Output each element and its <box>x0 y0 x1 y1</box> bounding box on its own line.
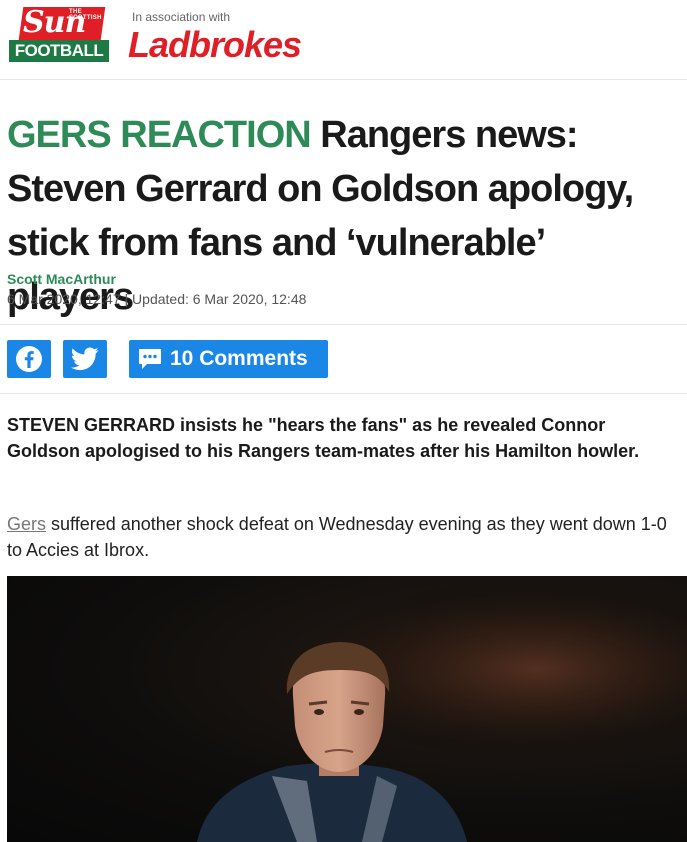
sun-football-logo[interactable]: THE SCOTTISH Sun FOOTBALL <box>9 5 109 63</box>
divider <box>0 393 687 394</box>
author-name[interactable]: Scott MacArthur <box>7 271 116 287</box>
comment-icon <box>139 349 161 369</box>
twitter-icon <box>71 347 99 371</box>
comments-button[interactable]: 10 Comments <box>129 340 328 378</box>
article-photo[interactable] <box>7 576 687 842</box>
headline-kicker: GERS REACTION <box>7 114 312 156</box>
sun-logo-text: Sun <box>23 5 86 40</box>
standfirst-name: STEVEN GERRARD <box>7 415 176 435</box>
article-standfirst: STEVEN GERRARD insists he "hears the fan… <box>7 412 677 464</box>
facebook-icon <box>16 346 42 372</box>
facebook-share-button[interactable] <box>7 340 51 378</box>
comments-count-label: 10 Comments <box>170 347 308 370</box>
association-label: In association with <box>132 10 231 24</box>
football-section-label: FOOTBALL <box>9 40 109 62</box>
twitter-share-button[interactable] <box>63 340 107 378</box>
article-paragraph: Gers suffered another shock defeat on We… <box>7 511 682 563</box>
ladbrokes-logo[interactable]: Ladbrokes <box>128 24 302 66</box>
publish-dates: 6 Mar 2020, 12:47 | Updated: 6 Mar 2020,… <box>7 291 307 307</box>
divider <box>0 324 687 325</box>
paragraph-text: suffered another shock defeat on Wednesd… <box>7 514 667 560</box>
steven-gerrard-photo <box>7 576 687 842</box>
site-header: THE SCOTTISH Sun FOOTBALL In association… <box>0 0 687 80</box>
gers-link[interactable]: Gers <box>7 514 46 534</box>
